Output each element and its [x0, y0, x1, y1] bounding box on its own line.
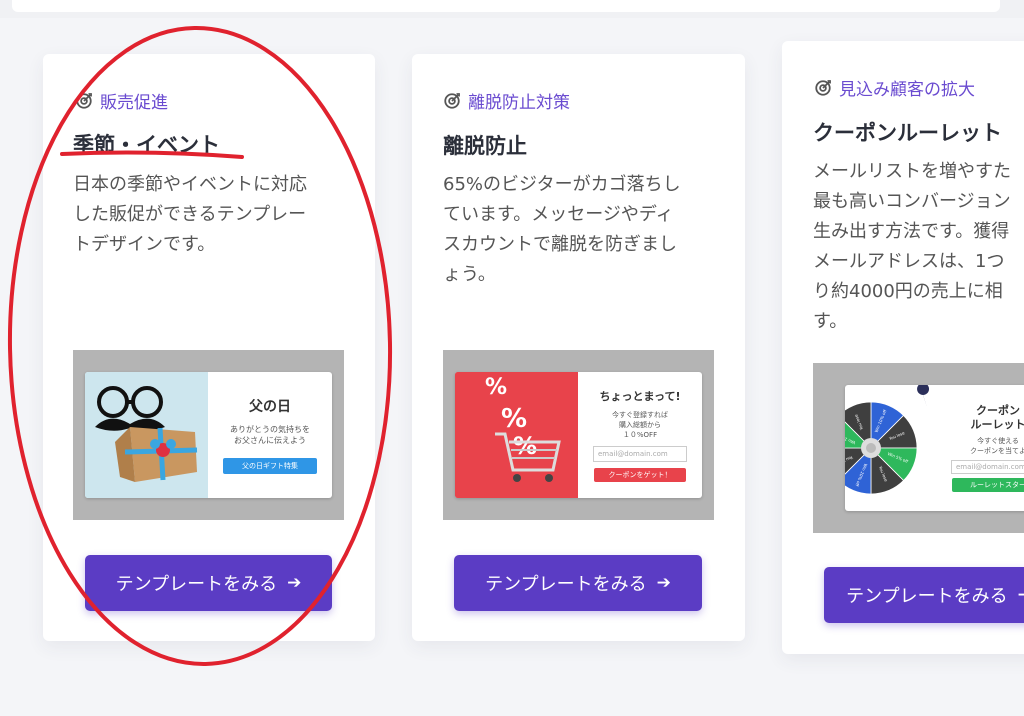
popup-title: 父の日 [249, 399, 291, 415]
roulette-wheel: Win 10% off You lose Win 5% off You lose Win… [845, 385, 941, 511]
popup-text: 今すぐ使える クーポンを当てよ [970, 437, 1024, 455]
card-description: 65%のビジターがカゴ落ちし ています。メッセージやディ スカウントで離脱を防ぎ… [443, 174, 681, 285]
template-card-coupon-roulette: 見込み顧客の拡大 クーポンルーレット メールリストを増やすた 最も高いコンバージ… [782, 41, 1024, 654]
template-preview-image[interactable]: % % % ちょっとまって! 今すぐ登録すれば 購入総額から １０%OFF em… [443, 350, 714, 520]
popup-text: ありがとうの気持ちを お父さんに伝えよう [230, 425, 310, 445]
template-card-seasonal: 販売促進 季節・イベント 日本の季節やイベントに対応 した販促ができるテンプレー… [43, 54, 375, 641]
target-icon [815, 79, 831, 96]
mustache-gift-image [85, 372, 208, 498]
svg-text:%: % [485, 375, 507, 400]
popup-button: ルーレットスター [952, 478, 1024, 492]
popup-button: 父の日ギフト特集 [223, 458, 317, 474]
button-label: テンプレートをみる [115, 574, 278, 595]
card-description: メールリストを増やすた 最も高いコンバージョン 生み出す方法です。獲得 メールア… [813, 161, 1011, 332]
preview-popup: % % % ちょっとまって! 今すぐ登録すれば 購入総額から １０%OFF em… [455, 372, 702, 498]
button-label: テンプレートをみる [485, 574, 647, 595]
popup-text: 今すぐ登録すれば 購入総額から １０%OFF [612, 411, 668, 439]
view-template-button[interactable]: テンプレートをみる ➔ [824, 567, 1024, 623]
popup-title: クーポン ルーレット [970, 404, 1024, 431]
popup-button: クーポンをゲット！ [594, 468, 686, 482]
view-template-button[interactable]: テンプレートをみる ➔ [85, 555, 332, 611]
target-icon [444, 92, 460, 109]
arrow-right-icon: ➔ [1018, 585, 1024, 605]
card-title: 季節・イベント [73, 133, 220, 157]
category-tag: 離脱防止対策 [443, 88, 570, 113]
category-tag: 見込み顧客の拡大 [814, 75, 975, 100]
template-preview-image[interactable]: Win 10% off You lose Win 5% off You lose Win… [813, 363, 1024, 533]
button-label: テンプレートをみる [846, 586, 1008, 607]
arrow-right-icon: ➔ [287, 573, 302, 593]
category-label: 見込み顧客の拡大 [839, 80, 975, 100]
card-description: 日本の季節やイベントに対応 した販促ができるテンプレー トデザインです。 [73, 174, 307, 255]
svg-text:%: % [513, 432, 537, 460]
target-icon [76, 92, 92, 109]
view-template-button[interactable]: テンプレートをみる ➔ [454, 555, 702, 611]
category-tag: 販売促進 [75, 88, 168, 113]
top-strip [0, 0, 1024, 18]
popup-email-input: email@domain.com [951, 460, 1024, 474]
popup-email-input: email@domain.com [593, 446, 687, 462]
category-label: 離脱防止対策 [468, 93, 570, 113]
shopping-cart-image: % % % [455, 372, 578, 498]
preview-popup: Win 10% off You lose Win 5% off You lose Win… [845, 385, 1024, 511]
template-card-exit-intent: 離脱防止対策 離脱防止 65%のビジターがカゴ落ちし ています。メッセージやディ… [412, 54, 745, 641]
preview-popup: 父の日 ありがとうの気持ちを お父さんに伝えよう 父の日ギフト特集 [85, 372, 332, 498]
template-preview-image[interactable]: 父の日 ありがとうの気持ちを お父さんに伝えよう 父の日ギフト特集 [73, 350, 344, 520]
card-title: 離脱防止 [443, 134, 527, 158]
svg-text:%: % [501, 404, 527, 434]
arrow-right-icon: ➔ [656, 573, 671, 593]
popup-title: ちょっとまって! [599, 390, 681, 403]
category-label: 販売促進 [100, 93, 168, 113]
card-title: クーポンルーレット [813, 121, 1002, 145]
